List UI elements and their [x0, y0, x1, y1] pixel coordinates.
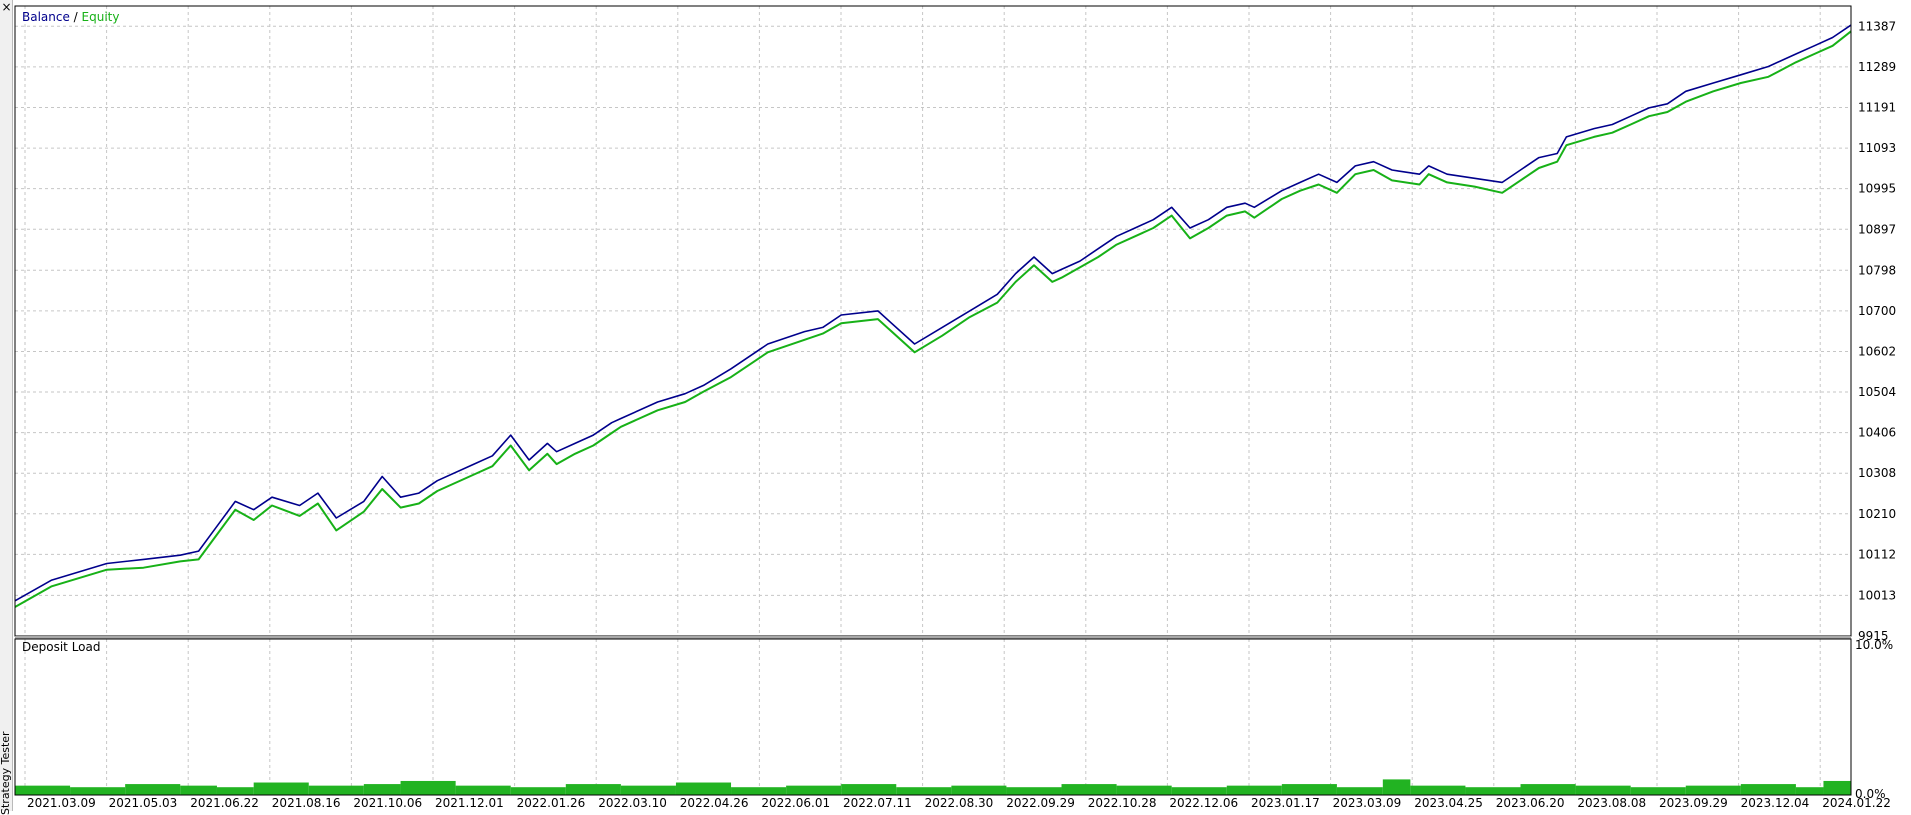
- x-tick-label: 2022.04.26: [680, 796, 749, 810]
- deposit-load-bar: [363, 784, 401, 795]
- deposit-load-bar: [1465, 787, 1521, 795]
- x-tick-label: 2022.01.26: [517, 796, 586, 810]
- deposit-load-bar: [400, 780, 456, 795]
- x-tick-label: 2022.10.28: [1088, 796, 1157, 810]
- y-tick-label: 10798: [1858, 263, 1896, 277]
- x-tick-label: 2021.05.03: [109, 796, 178, 810]
- y-tick-label: 11093: [1858, 141, 1896, 155]
- y-tick-label: 10504: [1858, 385, 1896, 399]
- x-tick-label: 2023.12.04: [1741, 796, 1810, 810]
- y-tick-label: 11289: [1858, 60, 1896, 74]
- x-tick-label: 2022.03.10: [598, 796, 667, 810]
- deposit-load-bar: [675, 782, 732, 795]
- y-tick-label: 11387: [1858, 19, 1896, 33]
- y-tick-label: 10112: [1858, 547, 1896, 561]
- deposit-load-bar: [1740, 784, 1796, 795]
- deposit-load-bar: [1171, 787, 1227, 795]
- deposit-load-bar: [1410, 785, 1466, 795]
- deposit-load-bar: [1630, 787, 1686, 795]
- x-tick-label: 2021.08.16: [272, 796, 341, 810]
- deposit-load-bar: [896, 787, 952, 795]
- deposit-load-bar: [1520, 784, 1576, 795]
- deposit-load-bar: [841, 784, 897, 795]
- deposit-load-bar: [70, 787, 126, 795]
- x-tick-label: 2021.12.01: [435, 796, 504, 810]
- x-tick-label: 2022.12.06: [1169, 796, 1238, 810]
- y-tick-label: 10897: [1858, 222, 1896, 236]
- deposit-load-bar: [15, 785, 71, 795]
- deposit-load-bar: [125, 784, 181, 795]
- deposit-load-bars: [15, 779, 1851, 795]
- deposit-load-bar: [1336, 787, 1383, 795]
- deposit-load-bar: [180, 785, 217, 795]
- deposit-load-bar: [1281, 784, 1337, 795]
- lower-y-axis: 10.0%0.0%: [1855, 638, 1893, 801]
- deposit-load-bar: [1575, 785, 1631, 795]
- y-tick-label: 10602: [1858, 344, 1896, 358]
- deposit-load-bar: [786, 785, 842, 795]
- chart-legend: Balance / Equity: [22, 10, 119, 24]
- x-tick-label: 2023.08.08: [1577, 796, 1646, 810]
- x-tick-label: 2023.01.17: [1251, 796, 1320, 810]
- x-tick-label: 2022.06.01: [761, 796, 830, 810]
- deposit-load-bar: [620, 785, 676, 795]
- x-tick-label: 2023.04.25: [1414, 796, 1483, 810]
- deposit-load-title: Deposit Load: [22, 640, 100, 654]
- deposit-load-bar: [1823, 780, 1851, 795]
- upper-chart-gridlines: [15, 6, 1851, 636]
- tester-graph: Balance / Equity Deposit Load 10013 10112…: [14, 5, 1896, 810]
- deposit-load-bar: [1382, 779, 1411, 795]
- deposit-load-bar: [455, 785, 511, 795]
- x-tick-label: 2021.10.06: [353, 796, 422, 810]
- balance-equity-lines: [14, 24, 1852, 608]
- legend-equity: Equity: [82, 10, 120, 24]
- x-axis: 2021.03.09 2021.05.03 2021.06.22 2021.08.16…: [27, 796, 1891, 810]
- x-tick-label: 2023.06.20: [1496, 796, 1565, 810]
- deposit-load-bar: [1006, 787, 1062, 795]
- upper-y-axis: 10013 10112 10210 10308 10406 10504 10602 10700…: [1858, 19, 1896, 643]
- load-tick-top: 10.0%: [1855, 638, 1893, 652]
- deposit-load-bar: [951, 785, 1007, 795]
- y-tick-label: 10210: [1858, 507, 1896, 521]
- x-tick-label: 2023.09.29: [1659, 796, 1728, 810]
- x-tick-label: 2021.03.09: [27, 796, 96, 810]
- deposit-load-bar: [216, 787, 254, 795]
- deposit-load-bar: [1795, 787, 1824, 795]
- x-tick-label: 2022.07.11: [843, 796, 912, 810]
- legend-balance: Balance: [22, 10, 70, 24]
- deposit-load-bar: [308, 785, 364, 795]
- deposit-load-bar: [1226, 785, 1282, 795]
- deposit-load-bar: [565, 784, 621, 795]
- y-tick-label: 11191: [1858, 100, 1896, 114]
- y-tick-label: 10308: [1858, 466, 1896, 480]
- y-tick-label: 10013: [1858, 588, 1896, 602]
- x-tick-label: 2024.01.22: [1822, 796, 1891, 810]
- lower-chart-gridlines: [24, 639, 1821, 795]
- x-tick-label: 2022.09.29: [1006, 796, 1075, 810]
- deposit-load-bar: [1061, 784, 1117, 795]
- x-tick-label: 2021.06.22: [190, 796, 259, 810]
- x-tick-label: 2023.03.09: [1333, 796, 1402, 810]
- legend-separator: /: [70, 10, 82, 24]
- deposit-load-bar: [1116, 785, 1172, 795]
- deposit-load-bar: [731, 787, 787, 795]
- y-tick-label: 10700: [1858, 304, 1896, 318]
- deposit-load-bar: [253, 782, 309, 795]
- x-tick-label: 2022.08.30: [925, 796, 994, 810]
- y-tick-label: 10995: [1858, 182, 1896, 196]
- deposit-load-bar: [1685, 785, 1741, 795]
- deposit-load-bar: [510, 787, 566, 795]
- y-tick-label: 10406: [1858, 426, 1896, 440]
